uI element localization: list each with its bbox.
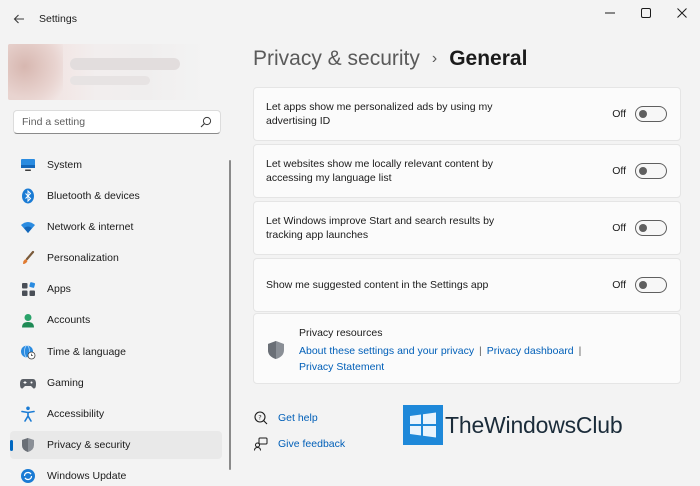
sidebar-item-label: Privacy & security [47, 438, 131, 451]
breadcrumb: Privacy & security › General [253, 44, 527, 74]
toggle-state-label: Off [612, 279, 626, 291]
active-indicator [10, 439, 13, 451]
watermark: TheWindowsClub [403, 405, 623, 445]
sidebar-item-apps[interactable]: Apps [10, 275, 222, 303]
sidebar-item-gaming[interactable]: Gaming [10, 369, 222, 397]
link-separator: | [479, 345, 482, 357]
sidebar-item-bluetooth[interactable]: Bluetooth & devices [10, 182, 222, 210]
sidebar-item-label: Time & language [47, 345, 126, 358]
watermark-text: TheWindowsClub [445, 411, 623, 438]
setting-card-suggested-content: Show me suggested content in the Setting… [253, 258, 681, 312]
shield-icon [268, 341, 284, 359]
search-box[interactable] [13, 110, 221, 134]
breadcrumb-parent[interactable]: Privacy & security [253, 47, 420, 71]
sidebar-item-label: Gaming [47, 376, 84, 389]
toggle-state-label: Off [612, 222, 626, 234]
profile-email-blurred [70, 76, 150, 85]
help-chat-icon: ? [253, 410, 269, 426]
give-feedback-row[interactable]: Give feedback [253, 436, 345, 452]
toggle-knob [639, 281, 647, 289]
sidebar-item-label: Windows Update [47, 469, 127, 482]
setting-card-language-list: Let websites show me locally relevant co… [253, 144, 681, 198]
svg-text:?: ? [258, 413, 261, 421]
maximize-button[interactable] [628, 0, 664, 26]
link-separator: | [578, 345, 582, 357]
gamepad-icon [20, 375, 36, 391]
brush-icon [20, 250, 36, 266]
sidebar-item-label: Apps [47, 283, 71, 296]
suggested-content-toggle[interactable] [635, 277, 667, 293]
setting-description: Let Windows improve Start and search res… [266, 215, 495, 241]
sidebar-item-network[interactable]: Network & internet [10, 213, 222, 241]
monitor-icon [20, 157, 36, 173]
sidebar-item-system[interactable]: System [10, 151, 222, 179]
toggle-knob [639, 167, 647, 175]
maximize-icon [641, 8, 651, 18]
privacy-resources-card: Privacy resources About these settings a… [253, 313, 681, 384]
sidebar-item-label: Bluetooth & devices [47, 190, 140, 203]
sidebar-item-time-language[interactable]: Time & language [10, 338, 222, 366]
language-list-toggle[interactable] [635, 163, 667, 179]
about-settings-link[interactable]: About these settings and your privacy [299, 345, 474, 357]
privacy-resources-links: About these settings and your privacy | … [299, 343, 599, 375]
app-launch-tracking-toggle[interactable] [635, 220, 667, 236]
sidebar-item-accessibility[interactable]: Accessibility [10, 400, 222, 428]
app-title: Settings [39, 13, 77, 25]
setting-card-app-launches: Let Windows improve Start and search res… [253, 201, 681, 255]
minimize-icon [605, 12, 615, 14]
sidebar-item-label: Network & internet [47, 221, 134, 234]
feedback-icon [253, 436, 269, 452]
avatar [8, 44, 63, 100]
page-title: General [449, 47, 528, 70]
get-help-row[interactable]: ? Get help [253, 410, 318, 426]
close-icon [677, 8, 687, 18]
globe-clock-icon [20, 344, 36, 360]
setting-description: Let apps show me personalized ads by usi… [266, 101, 493, 127]
sidebar-item-personalization[interactable]: Personalization [10, 244, 222, 272]
privacy-resources-title: Privacy resources [299, 327, 383, 339]
accessibility-icon [20, 406, 36, 422]
watermark-logo [403, 405, 443, 445]
back-arrow-icon [13, 14, 24, 24]
sidebar-nav: System Bluetooth & devices Network & int… [10, 151, 222, 486]
minimize-button[interactable] [592, 0, 628, 26]
get-help-link[interactable]: Get help [278, 412, 318, 424]
sidebar-item-label: Accounts [47, 314, 91, 327]
back-button[interactable] [8, 8, 30, 30]
sidebar-item-label: Accessibility [47, 407, 105, 420]
toggle-knob [639, 224, 647, 232]
sidebar-item-privacy-security[interactable]: Privacy & security [10, 430, 222, 459]
title-bar: Settings [0, 0, 700, 36]
window-controls [592, 0, 700, 28]
privacy-statement-link[interactable]: Privacy Statement [299, 361, 384, 373]
toggle-state-label: Off [612, 108, 626, 120]
person-icon [20, 312, 36, 328]
setting-description: Show me suggested content in the Setting… [266, 279, 489, 291]
profile-name-blurred [70, 58, 180, 70]
sidebar-item-windows-update[interactable]: Windows Update [10, 462, 222, 486]
setting-description: Let websites show me locally relevant co… [266, 158, 494, 184]
toggle-knob [639, 110, 647, 118]
privacy-dashboard-link[interactable]: Privacy dashboard [487, 345, 574, 357]
breadcrumb-separator: › [431, 50, 438, 67]
user-profile[interactable] [8, 44, 204, 100]
toggle-state-label: Off [612, 165, 626, 177]
search-icon[interactable] [200, 116, 212, 128]
give-feedback-link[interactable]: Give feedback [278, 438, 345, 450]
shield-icon [20, 437, 36, 453]
wifi-icon [20, 219, 36, 235]
sidebar-item-label: System [47, 159, 83, 171]
apps-icon [20, 281, 36, 297]
advertising-id-toggle[interactable] [635, 106, 667, 122]
update-icon [20, 468, 36, 484]
close-button[interactable] [664, 0, 700, 26]
setting-card-advertising-id: Let apps show me personalized ads by usi… [253, 87, 681, 141]
search-input[interactable] [14, 111, 194, 133]
sidebar-item-label: Personalization [47, 252, 119, 265]
bluetooth-icon [20, 188, 36, 204]
sidebar-item-accounts[interactable]: Accounts [10, 306, 222, 334]
sidebar-scrollbar[interactable] [229, 160, 231, 470]
